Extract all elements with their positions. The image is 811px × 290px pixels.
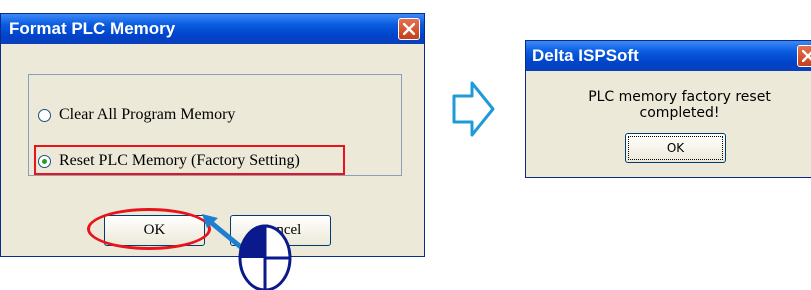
right-arrow-icon — [452, 81, 495, 137]
selection-highlight-box — [34, 145, 345, 175]
dialog-title: Format PLC Memory — [9, 19, 176, 38]
delta-ispsoft-dialog: Delta ISPSoft PLC memory factory reset c… — [525, 40, 811, 178]
radio-unchecked-icon[interactable] — [38, 108, 51, 122]
ok-button[interactable]: OK — [625, 133, 726, 163]
dialog-title-bar: Format PLC Memory — [1, 14, 424, 44]
radio-clear-all-program-memory[interactable]: Clear All Program Memory — [38, 104, 235, 126]
mouse-icon — [238, 224, 292, 290]
dialog-title: Delta ISPSoft — [532, 46, 639, 65]
ok-highlight-ellipse — [87, 208, 211, 250]
dialog-title-bar: Delta ISPSoft — [526, 41, 811, 71]
close-icon[interactable] — [398, 18, 420, 40]
close-icon[interactable] — [797, 45, 811, 67]
result-message: PLC memory factory reset completed! — [588, 89, 771, 121]
radio-label: Clear All Program Memory — [59, 106, 236, 123]
